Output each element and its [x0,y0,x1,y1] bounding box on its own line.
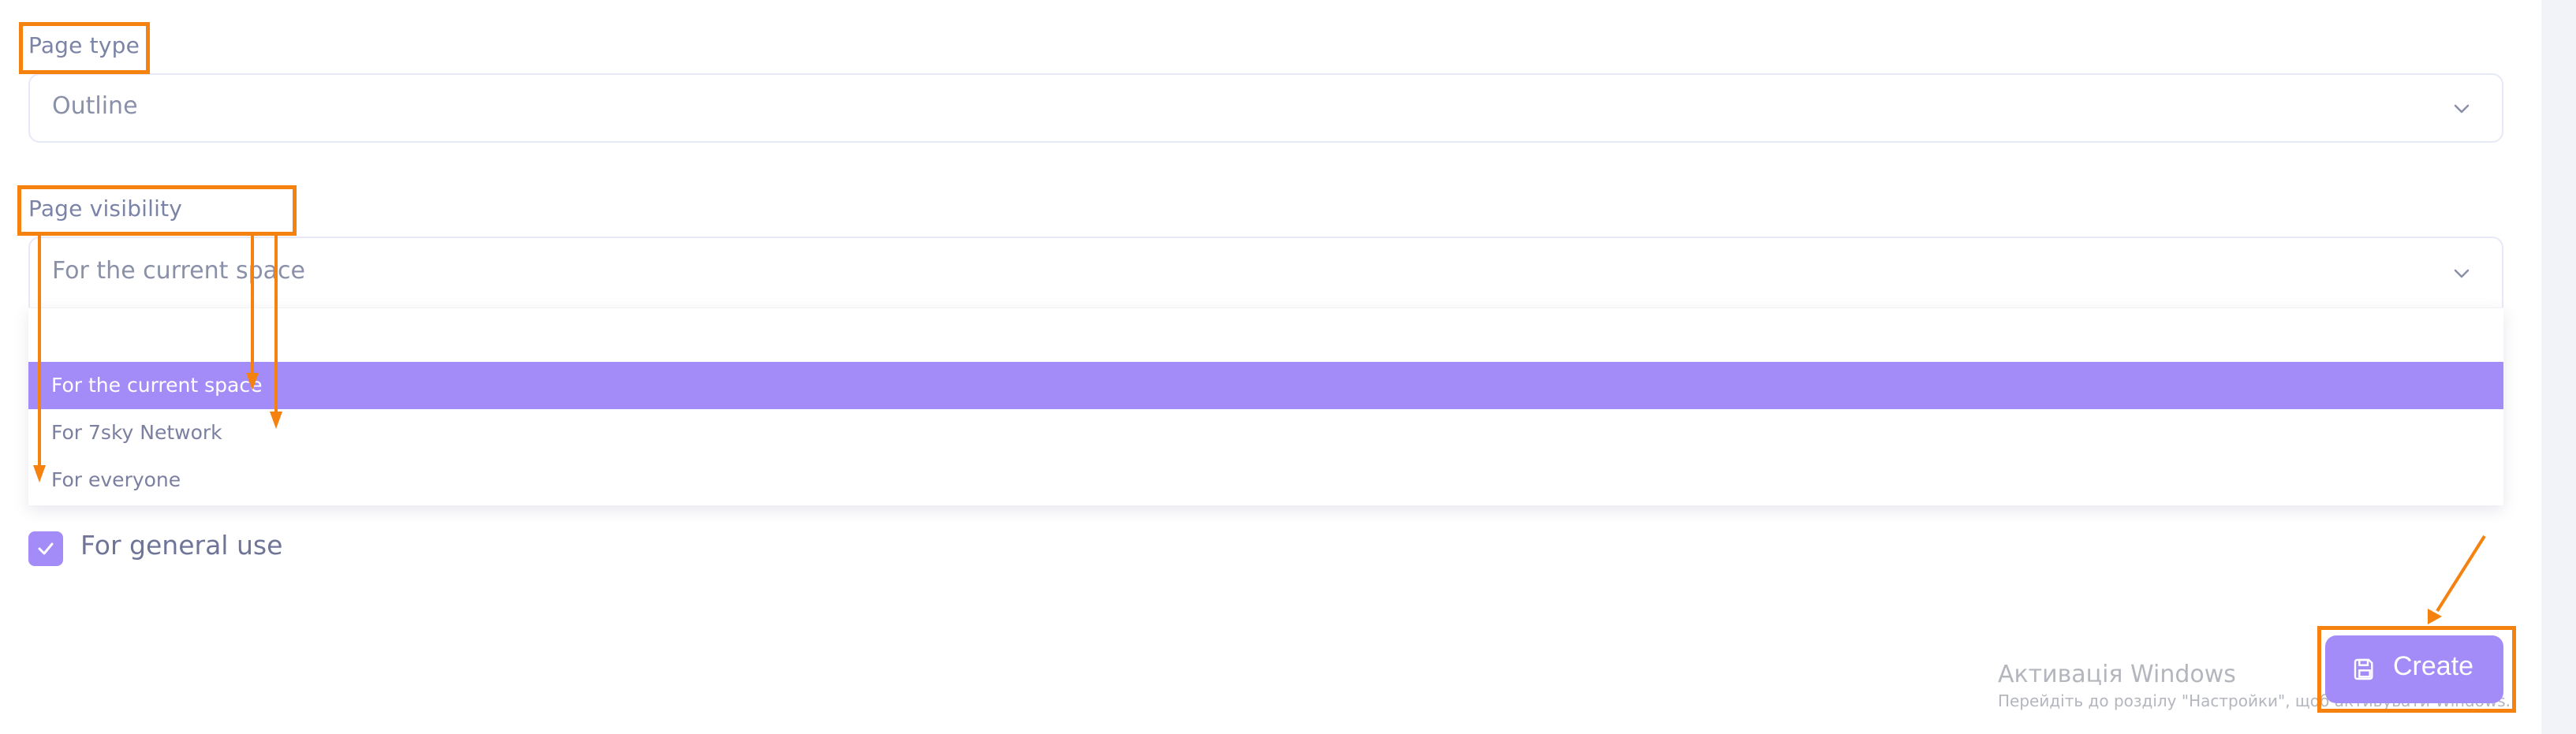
save-icon [2354,658,2373,680]
create-button-label: Create [2393,651,2474,681]
page-visibility-label: Page visibility [28,196,183,222]
page-type-label: Page type [28,32,140,58]
chevron-down-icon [2454,269,2470,278]
option-everyone[interactable]: For everyone [28,456,2503,504]
create-button[interactable]: Create [2325,635,2503,703]
general-use-checkbox[interactable] [28,531,63,566]
option-current-space[interactable]: For the current space [28,362,2503,409]
scrollbar-track[interactable] [2541,0,2576,734]
page-visibility-value: For the current space [52,257,305,285]
option-7sky-network[interactable]: For 7sky Network [28,409,2503,456]
page-type-select[interactable]: Outline [28,73,2503,143]
page-type-value: Outline [52,92,138,120]
page-visibility-select[interactable]: For the current space [28,237,2503,309]
page-root: Page type Outline Page visibility For th… [0,0,2576,734]
check-icon [38,542,54,555]
visibility-dropdown: For the current space For 7sky Network F… [28,307,2507,505]
general-use-label: For general use [80,530,283,561]
chevron-down-icon [2454,104,2470,114]
dropdown-search-input[interactable] [28,308,2507,363]
